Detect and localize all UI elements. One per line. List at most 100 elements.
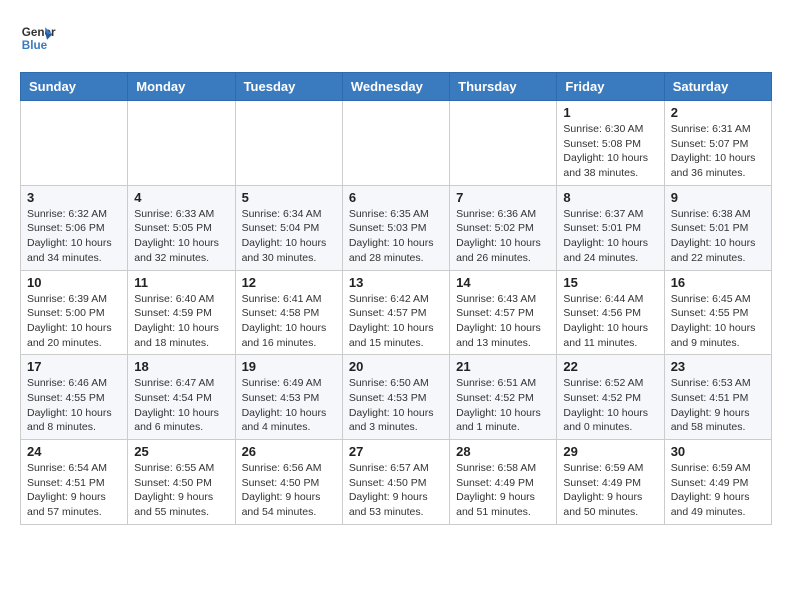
day-info: Sunrise: 6:43 AMSunset: 4:57 PMDaylight:…: [456, 292, 550, 351]
day-number: 10: [27, 275, 121, 290]
day-number: 1: [563, 105, 657, 120]
day-number: 7: [456, 190, 550, 205]
day-info: Sunrise: 6:58 AMSunset: 4:49 PMDaylight:…: [456, 461, 550, 520]
svg-text:General: General: [22, 26, 56, 39]
day-info: Sunrise: 6:30 AMSunset: 5:08 PMDaylight:…: [563, 122, 657, 181]
weekday-header-thursday: Thursday: [450, 73, 557, 101]
calendar-cell: 30Sunrise: 6:59 AMSunset: 4:49 PMDayligh…: [664, 440, 771, 525]
day-info: Sunrise: 6:44 AMSunset: 4:56 PMDaylight:…: [563, 292, 657, 351]
calendar-cell: 16Sunrise: 6:45 AMSunset: 4:55 PMDayligh…: [664, 270, 771, 355]
day-number: 4: [134, 190, 228, 205]
day-info: Sunrise: 6:57 AMSunset: 4:50 PMDaylight:…: [349, 461, 443, 520]
calendar-cell: 8 Sunrise: 6:37 AMSunset: 5:01 PMDaylight…: [557, 185, 664, 270]
day-number: 5: [242, 190, 336, 205]
calendar-cell: 17 Sunrise: 6:46 AMSunset: 4:55 PMDayligh…: [21, 355, 128, 440]
day-number: 23: [671, 359, 765, 374]
day-info: Sunrise: 6:49 AMSunset: 4:53 PMDaylight:…: [242, 376, 336, 435]
svg-text:Blue: Blue: [22, 39, 48, 52]
calendar-cell: 14 Sunrise: 6:43 AMSunset: 4:57 PMDayligh…: [450, 270, 557, 355]
day-info: Sunrise: 6:40 AMSunset: 4:59 PMDaylight:…: [134, 292, 228, 351]
day-info: Sunrise: 6:52 AMSunset: 4:52 PMDaylight:…: [563, 376, 657, 435]
calendar-week-4: 17 Sunrise: 6:46 AMSunset: 4:55 PMDayligh…: [21, 355, 772, 440]
calendar-cell: 22Sunrise: 6:52 AMSunset: 4:52 PMDayligh…: [557, 355, 664, 440]
calendar-cell: 12 Sunrise: 6:41 AMSunset: 4:58 PMDayligh…: [235, 270, 342, 355]
day-number: 11: [134, 275, 228, 290]
calendar-cell: 19 Sunrise: 6:49 AMSunset: 4:53 PMDayligh…: [235, 355, 342, 440]
day-number: 28: [456, 444, 550, 459]
calendar-cell: 11 Sunrise: 6:40 AMSunset: 4:59 PMDayligh…: [128, 270, 235, 355]
day-number: 17: [27, 359, 121, 374]
day-info: Sunrise: 6:32 AMSunset: 5:06 PMDaylight:…: [27, 207, 121, 266]
day-info: Sunrise: 6:33 AMSunset: 5:05 PMDaylight:…: [134, 207, 228, 266]
calendar-cell: 20 Sunrise: 6:50 AMSunset: 4:53 PMDayligh…: [342, 355, 449, 440]
calendar-cell: 9 Sunrise: 6:38 AMSunset: 5:01 PMDaylight…: [664, 185, 771, 270]
day-info: Sunrise: 6:51 AMSunset: 4:52 PMDaylight:…: [456, 376, 550, 435]
calendar-cell: [342, 101, 449, 186]
calendar-cell: 28 Sunrise: 6:58 AMSunset: 4:49 PMDayligh…: [450, 440, 557, 525]
calendar-cell: 25Sunrise: 6:55 AMSunset: 4:50 PMDayligh…: [128, 440, 235, 525]
calendar-cell: [128, 101, 235, 186]
weekday-header-monday: Monday: [128, 73, 235, 101]
calendar-week-1: 1 Sunrise: 6:30 AMSunset: 5:08 PMDaylight…: [21, 101, 772, 186]
day-info: Sunrise: 6:53 AMSunset: 4:51 PMDaylight:…: [671, 376, 765, 435]
calendar-table: SundayMondayTuesdayWednesdayThursdayFrid…: [20, 72, 772, 525]
calendar-cell: 18 Sunrise: 6:47 AMSunset: 4:54 PMDayligh…: [128, 355, 235, 440]
day-number: 26: [242, 444, 336, 459]
day-number: 9: [671, 190, 765, 205]
weekday-header-row: SundayMondayTuesdayWednesdayThursdayFrid…: [21, 73, 772, 101]
day-number: 6: [349, 190, 443, 205]
calendar-cell: 26 Sunrise: 6:56 AMSunset: 4:50 PMDayligh…: [235, 440, 342, 525]
day-number: 2: [671, 105, 765, 120]
calendar-cell: 6 Sunrise: 6:35 AMSunset: 5:03 PMDaylight…: [342, 185, 449, 270]
calendar-body: 1 Sunrise: 6:30 AMSunset: 5:08 PMDaylight…: [21, 101, 772, 525]
weekday-header-saturday: Saturday: [664, 73, 771, 101]
calendar-cell: 4 Sunrise: 6:33 AMSunset: 5:05 PMDaylight…: [128, 185, 235, 270]
day-info: Sunrise: 6:38 AMSunset: 5:01 PMDaylight:…: [671, 207, 765, 266]
calendar-cell: 13Sunrise: 6:42 AMSunset: 4:57 PMDayligh…: [342, 270, 449, 355]
calendar-cell: 23 Sunrise: 6:53 AMSunset: 4:51 PMDayligh…: [664, 355, 771, 440]
day-info: Sunrise: 6:59 AMSunset: 4:49 PMDaylight:…: [671, 461, 765, 520]
day-number: 20: [349, 359, 443, 374]
day-number: 24: [27, 444, 121, 459]
day-info: Sunrise: 6:36 AMSunset: 5:02 PMDaylight:…: [456, 207, 550, 266]
calendar-cell: [235, 101, 342, 186]
weekday-header-sunday: Sunday: [21, 73, 128, 101]
calendar-cell: 5Sunrise: 6:34 AMSunset: 5:04 PMDaylight…: [235, 185, 342, 270]
logo-icon: General Blue: [20, 20, 56, 56]
day-number: 29: [563, 444, 657, 459]
calendar-week-2: 3 Sunrise: 6:32 AMSunset: 5:06 PMDaylight…: [21, 185, 772, 270]
day-number: 8: [563, 190, 657, 205]
day-info: Sunrise: 6:50 AMSunset: 4:53 PMDaylight:…: [349, 376, 443, 435]
day-number: 3: [27, 190, 121, 205]
day-info: Sunrise: 6:41 AMSunset: 4:58 PMDaylight:…: [242, 292, 336, 351]
day-number: 12: [242, 275, 336, 290]
day-info: Sunrise: 6:56 AMSunset: 4:50 PMDaylight:…: [242, 461, 336, 520]
day-info: Sunrise: 6:42 AMSunset: 4:57 PMDaylight:…: [349, 292, 443, 351]
calendar-cell: 15Sunrise: 6:44 AMSunset: 4:56 PMDayligh…: [557, 270, 664, 355]
calendar-header: SundayMondayTuesdayWednesdayThursdayFrid…: [21, 73, 772, 101]
calendar-cell: 3 Sunrise: 6:32 AMSunset: 5:06 PMDaylight…: [21, 185, 128, 270]
day-info: Sunrise: 6:59 AMSunset: 4:49 PMDaylight:…: [563, 461, 657, 520]
calendar-cell: [450, 101, 557, 186]
day-info: Sunrise: 6:46 AMSunset: 4:55 PMDaylight:…: [27, 376, 121, 435]
day-number: 18: [134, 359, 228, 374]
day-number: 19: [242, 359, 336, 374]
day-info: Sunrise: 6:55 AMSunset: 4:50 PMDaylight:…: [134, 461, 228, 520]
calendar-cell: [21, 101, 128, 186]
day-info: Sunrise: 6:39 AMSunset: 5:00 PMDaylight:…: [27, 292, 121, 351]
calendar-week-5: 24Sunrise: 6:54 AMSunset: 4:51 PMDayligh…: [21, 440, 772, 525]
day-number: 14: [456, 275, 550, 290]
day-number: 21: [456, 359, 550, 374]
day-info: Sunrise: 6:35 AMSunset: 5:03 PMDaylight:…: [349, 207, 443, 266]
calendar-cell: 24Sunrise: 6:54 AMSunset: 4:51 PMDayligh…: [21, 440, 128, 525]
weekday-header-friday: Friday: [557, 73, 664, 101]
calendar-cell: 1 Sunrise: 6:30 AMSunset: 5:08 PMDaylight…: [557, 101, 664, 186]
day-info: Sunrise: 6:45 AMSunset: 4:55 PMDaylight:…: [671, 292, 765, 351]
day-info: Sunrise: 6:37 AMSunset: 5:01 PMDaylight:…: [563, 207, 657, 266]
calendar-cell: 21 Sunrise: 6:51 AMSunset: 4:52 PMDayligh…: [450, 355, 557, 440]
calendar-cell: 2Sunrise: 6:31 AMSunset: 5:07 PMDaylight…: [664, 101, 771, 186]
weekday-header-tuesday: Tuesday: [235, 73, 342, 101]
day-info: Sunrise: 6:47 AMSunset: 4:54 PMDaylight:…: [134, 376, 228, 435]
calendar-week-3: 10 Sunrise: 6:39 AMSunset: 5:00 PMDayligh…: [21, 270, 772, 355]
calendar-cell: 27Sunrise: 6:57 AMSunset: 4:50 PMDayligh…: [342, 440, 449, 525]
